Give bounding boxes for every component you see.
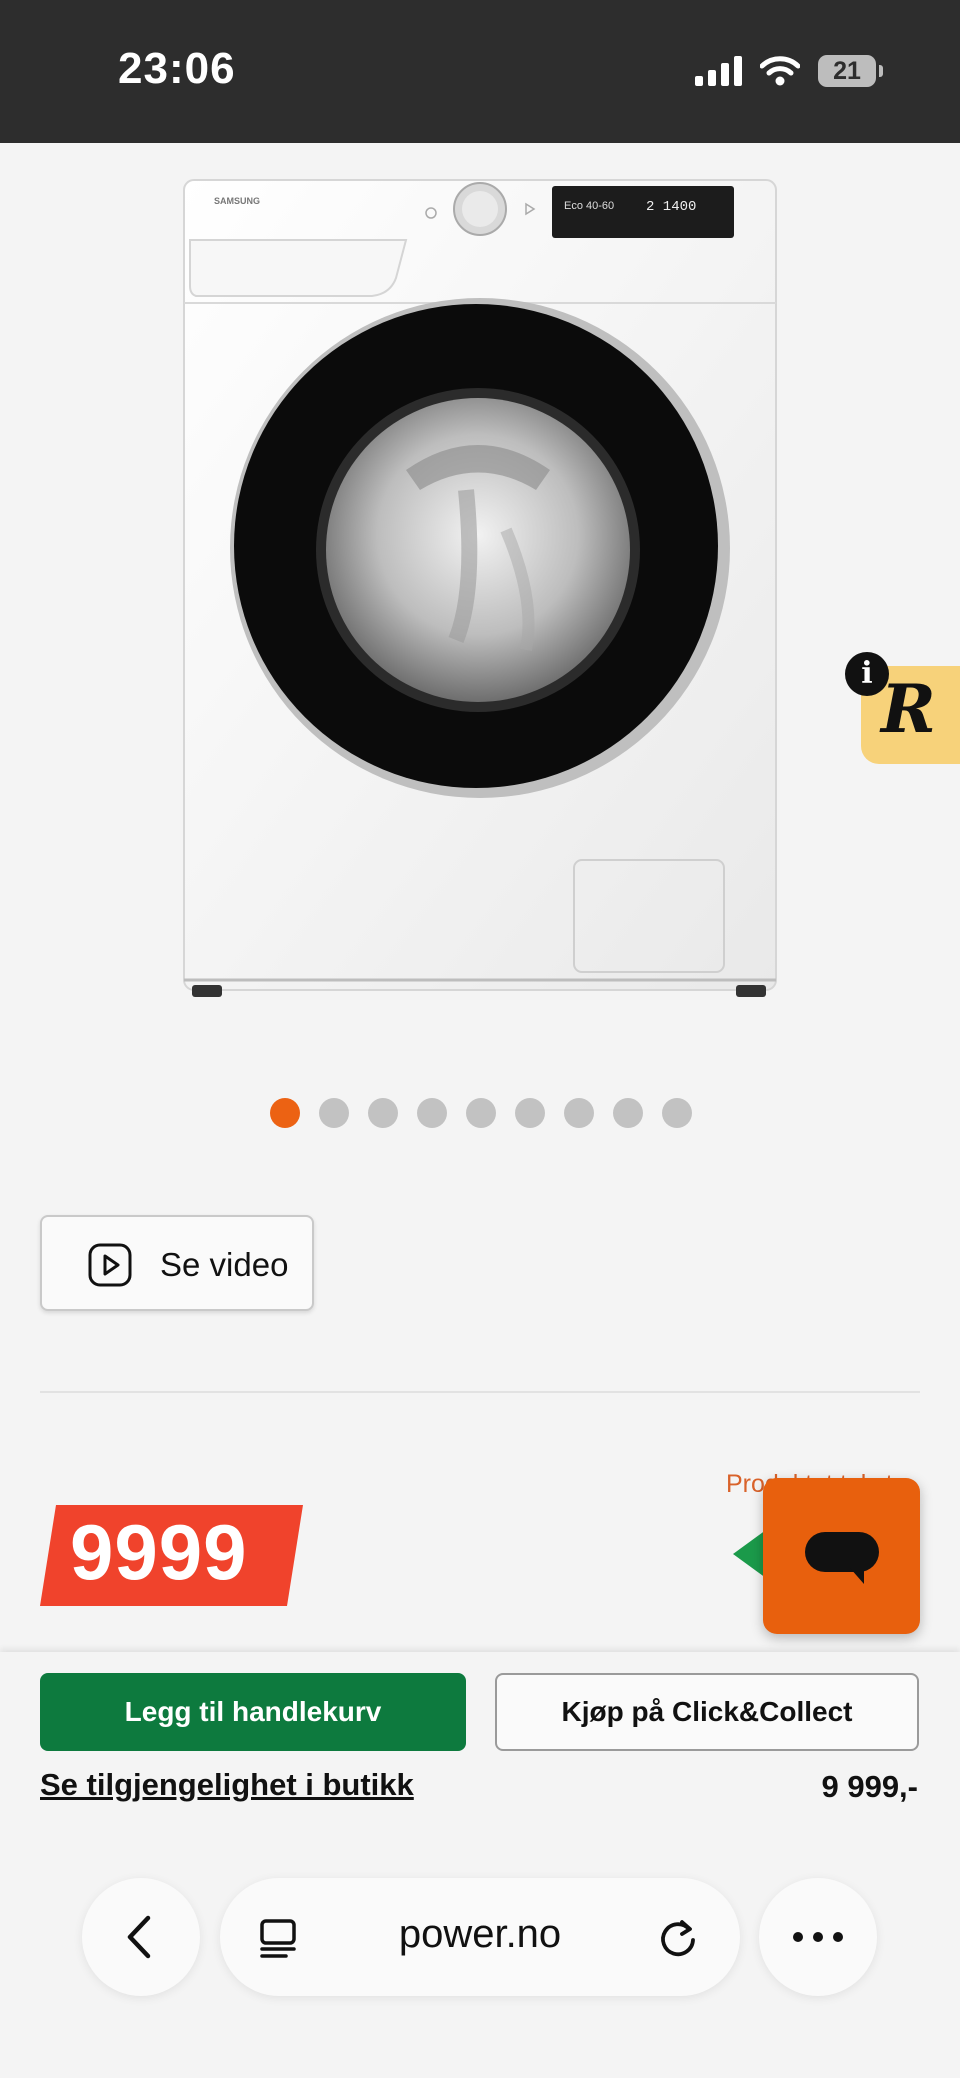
- brand-text: SAMSUNG: [214, 196, 260, 206]
- back-button[interactable]: [82, 1878, 200, 1996]
- price-text: 9 999,-: [821, 1769, 918, 1804]
- wifi-icon: [760, 56, 800, 86]
- gallery-dot[interactable]: [564, 1098, 594, 1128]
- chat-button[interactable]: [763, 1478, 920, 1634]
- gallery-dot[interactable]: [515, 1098, 545, 1128]
- gallery-dot[interactable]: [466, 1098, 496, 1128]
- reload-icon[interactable]: [656, 1916, 700, 1960]
- video-button[interactable]: Se video: [40, 1215, 314, 1311]
- availability-link[interactable]: Se tilgjengelighet i butikk: [40, 1767, 414, 1803]
- signal-icon: [695, 56, 742, 86]
- divider: [40, 1391, 920, 1393]
- gallery-dot[interactable]: [270, 1098, 300, 1128]
- status-time: 23:06: [118, 44, 236, 93]
- add-to-cart-button[interactable]: Legg til handlekurv: [40, 1673, 466, 1751]
- back-icon: [127, 1915, 151, 1959]
- play-icon: [88, 1243, 132, 1287]
- info-icon[interactable]: i: [845, 652, 889, 696]
- gallery-dot[interactable]: [368, 1098, 398, 1128]
- gallery-dot[interactable]: [662, 1098, 692, 1128]
- more-icon: [793, 1932, 843, 1942]
- video-button-label: Se video: [160, 1246, 289, 1283]
- click-collect-button[interactable]: Kjøp på Click&Collect: [495, 1673, 919, 1751]
- url-bar[interactable]: power.no: [220, 1878, 740, 1996]
- chat-icon: [805, 1532, 879, 1572]
- gallery-dot[interactable]: [613, 1098, 643, 1128]
- more-button[interactable]: [759, 1878, 877, 1996]
- gallery-dots: [270, 1098, 692, 1128]
- product-image[interactable]: SAMSUNG Eco 40-60 2 1400: [176, 170, 780, 1010]
- display-spin: 2 1400: [646, 199, 696, 215]
- display-program: Eco 40-60: [564, 200, 614, 212]
- status-bar: 23:06 21: [0, 0, 960, 143]
- battery-icon: 21: [818, 55, 883, 87]
- gallery-dot[interactable]: [417, 1098, 447, 1128]
- battery-level: 21: [833, 57, 861, 85]
- r-logo-icon: R: [881, 670, 936, 748]
- gallery-dot[interactable]: [319, 1098, 349, 1128]
- status-icons: 21: [695, 52, 883, 90]
- price-badge-text: 9999: [70, 1508, 248, 1596]
- chat-tail: [850, 1568, 864, 1584]
